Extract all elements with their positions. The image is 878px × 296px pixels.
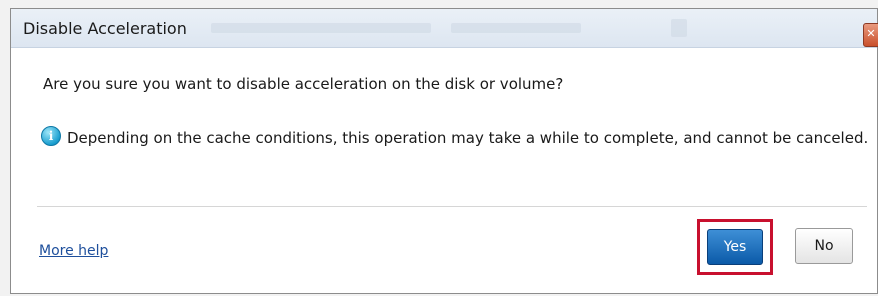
- info-message: Depending on the cache conditions, this …: [67, 129, 869, 147]
- info-icon: i: [41, 126, 61, 146]
- dialog-title: Disable Acceleration: [23, 19, 187, 38]
- close-icon: ✕: [866, 27, 876, 40]
- background-window-ghost: [451, 23, 581, 33]
- yes-button[interactable]: Yes: [707, 229, 763, 265]
- separator: [37, 206, 867, 207]
- disable-acceleration-dialog: Disable Acceleration ✕ Are you sure you …: [10, 8, 878, 294]
- background-window-ghost: [211, 23, 431, 33]
- more-help-link[interactable]: More help: [39, 243, 108, 259]
- background-window-ghost: [671, 19, 687, 37]
- close-button[interactable]: ✕: [863, 23, 878, 47]
- no-button[interactable]: No: [795, 228, 853, 264]
- confirmation-question: Are you sure you want to disable acceler…: [43, 75, 564, 93]
- title-bar[interactable]: Disable Acceleration ✕: [11, 9, 878, 48]
